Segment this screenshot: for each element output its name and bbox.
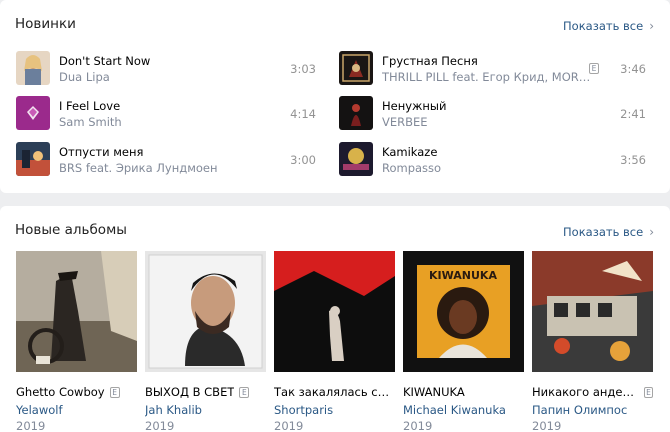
show-all-label: Показать все <box>563 225 644 239</box>
album-cover-icon[interactable]: KIWANUKA <box>403 251 524 372</box>
album-title[interactable]: Так закалялась ст... <box>274 385 395 399</box>
track-duration: 3:56 <box>620 153 646 167</box>
album-card[interactable]: Никакого андегра... E Папин Олимпос 2019 <box>532 251 653 432</box>
album-title-row[interactable]: Ghetto Cowboy E <box>16 385 137 399</box>
show-all-label: Показать все <box>563 19 644 33</box>
track-row[interactable]: Ненужный VERBEE 2:41 <box>339 96 646 132</box>
album-cover-icon[interactable] <box>16 251 137 372</box>
album-title[interactable]: KIWANUKA <box>403 385 465 399</box>
track-duration: 3:03 <box>290 62 316 76</box>
explicit-badge: E <box>643 386 653 398</box>
album-cover-icon[interactable] <box>16 96 50 130</box>
explicit-badge: E <box>589 63 599 74</box>
track-duration: 2:41 <box>620 107 646 121</box>
chevron-right-icon: › <box>649 225 654 239</box>
track-row[interactable]: Отпусти меня BRS feat. Эрика Лундмоен 3:… <box>16 142 316 178</box>
album-cover-icon[interactable] <box>339 51 373 85</box>
cover-art-text: KIWANUKA <box>429 269 497 282</box>
track-title[interactable]: Don't Start Now <box>59 54 150 68</box>
track-title[interactable]: I Feel Love <box>59 99 120 113</box>
track-artist[interactable]: THRILL PILL feat. Егор Крид, MORGENSH... <box>382 70 592 84</box>
album-cover-icon[interactable] <box>339 96 373 130</box>
album-card[interactable]: Так закалялась ст... Shortparis 2019 <box>274 251 395 432</box>
section-title-new-albums: Новые альбомы <box>15 222 127 238</box>
section-title-new-tracks: Новинки <box>15 16 76 32</box>
track-duration: 3:46 <box>620 62 646 76</box>
album-year: 2019 <box>145 419 175 432</box>
album-artist[interactable]: Shortparis <box>274 403 395 417</box>
album-year: 2019 <box>532 419 562 432</box>
album-year: 2019 <box>16 419 46 432</box>
album-title[interactable]: Никакого андегра... <box>532 385 639 399</box>
album-cover-icon[interactable] <box>532 251 653 372</box>
album-cover-icon[interactable] <box>339 142 373 176</box>
explicit-badge: E <box>109 386 120 398</box>
show-all-new-albums-link[interactable]: Показать все › <box>563 225 654 239</box>
track-duration: 3:00 <box>290 153 316 167</box>
show-all-new-tracks-link[interactable]: Показать все › <box>563 19 654 33</box>
album-artist[interactable]: Jah Khalib <box>145 403 266 417</box>
track-row[interactable]: I Feel Love Sam Smith 4:14 <box>16 96 316 132</box>
new-albums-card: Новые альбомы Показать все › Ghetto Cowb… <box>0 206 670 432</box>
track-artist[interactable]: Sam Smith <box>59 115 122 129</box>
album-artist[interactable]: Папин Олимпос <box>532 403 653 417</box>
chevron-right-icon: › <box>649 19 654 33</box>
album-artist[interactable]: Yelawolf <box>16 403 137 417</box>
album-cover-icon[interactable] <box>16 142 50 176</box>
album-title-row[interactable]: KIWANUKA <box>403 385 524 399</box>
track-row[interactable]: Грустная Песня THRILL PILL feat. Егор Кр… <box>339 51 646 87</box>
album-cover-icon[interactable] <box>145 251 266 372</box>
album-cover-icon[interactable] <box>274 251 395 372</box>
explicit-badge: E <box>239 386 250 398</box>
album-artist[interactable]: Michael Kiwanuka <box>403 403 524 417</box>
track-artist[interactable]: VERBEE <box>382 115 428 129</box>
album-title[interactable]: ВЫХОД В СВЕТ <box>145 385 234 399</box>
track-title[interactable]: Грустная Песня <box>382 54 478 68</box>
album-title-row[interactable]: Никакого андегра... E <box>532 385 653 399</box>
track-artist[interactable]: Rompasso <box>382 161 441 175</box>
album-card[interactable]: KIWANUKA KIWANUKA Michael Kiwanuka 2019 <box>403 251 524 432</box>
track-row[interactable]: Don't Start Now Dua Lipa 3:03 <box>16 51 316 87</box>
album-title-row[interactable]: ВЫХОД В СВЕТ E <box>145 385 266 399</box>
new-tracks-card: Новинки Показать все › Don't Start Now D… <box>0 0 670 193</box>
album-title-row[interactable]: Так закалялась ст... <box>274 385 395 399</box>
track-row[interactable]: Kamikaze Rompasso 3:56 <box>339 142 646 178</box>
album-title[interactable]: Ghetto Cowboy <box>16 385 105 399</box>
track-artist[interactable]: BRS feat. Эрика Лундмоен <box>59 161 218 175</box>
album-year: 2019 <box>403 419 433 432</box>
album-cover-icon[interactable] <box>16 51 50 85</box>
track-title[interactable]: Kamikaze <box>382 145 437 159</box>
album-card[interactable]: ВЫХОД В СВЕТ E Jah Khalib 2019 <box>145 251 266 432</box>
track-artist[interactable]: Dua Lipa <box>59 70 110 84</box>
album-card[interactable]: Ghetto Cowboy E Yelawolf 2019 <box>16 251 137 432</box>
track-duration: 4:14 <box>290 107 316 121</box>
track-title[interactable]: Отпусти меня <box>59 145 143 159</box>
track-title[interactable]: Ненужный <box>382 99 446 113</box>
album-year: 2019 <box>274 419 304 432</box>
